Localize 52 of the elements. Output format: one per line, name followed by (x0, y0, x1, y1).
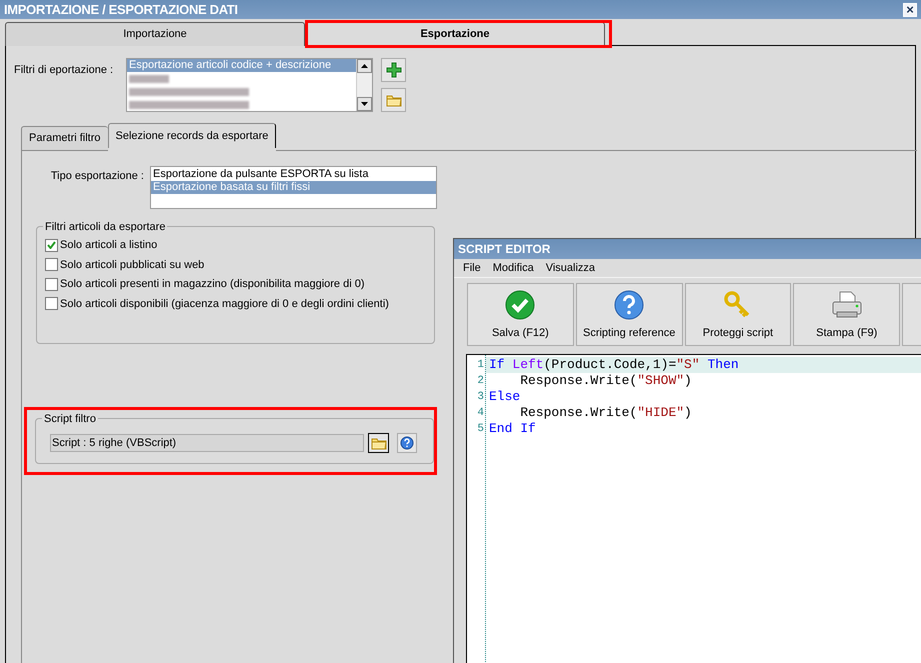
field-label: Tipo esportazione : (50, 169, 144, 184)
checkbox-label: Solo articoli a listino (60, 238, 158, 253)
field-label: Filtri di eportazione : (14, 63, 114, 78)
scrollbar[interactable] (356, 59, 372, 111)
script-summary-field[interactable]: Script : 5 righe (VBScript) (50, 434, 364, 452)
tab[interactable]: Importazione (5, 22, 305, 46)
toolbar-button[interactable]: Stampa (F9) (793, 283, 900, 346)
menu-item[interactable]: Visualizza (546, 260, 596, 276)
window-title: SCRIPT EDITOR (458, 241, 550, 258)
help-button[interactable] (397, 433, 417, 453)
line-number: 3 (476, 390, 485, 405)
open-button[interactable] (368, 433, 389, 453)
export-type-list[interactable]: Esportazione da pulsante ESPORTA su lista Esportazione basata su filtri fissi (150, 166, 437, 209)
line-number: 5 (476, 422, 485, 437)
toolbar-button[interactable]: Salva (F12) (467, 283, 574, 346)
checkbox[interactable] (45, 238, 58, 252)
add-button[interactable] (381, 58, 406, 82)
line-number: 1 (476, 358, 485, 373)
folder-icon (386, 93, 402, 107)
checkmark-icon (505, 290, 536, 320)
line-number: 2 (476, 374, 485, 389)
checkbox[interactable] (45, 297, 58, 310)
check-icon (47, 241, 56, 250)
help-icon (400, 436, 414, 450)
list-item[interactable]: Esportazione da pulsante ESPORTA su lista (151, 168, 436, 181)
checkbox-label: Solo articoli presenti in magazzino (disponibilita maggiore di 0) (60, 277, 364, 292)
toolbar-button[interactable]: Proteggi script (684, 283, 792, 346)
plus-icon (386, 62, 402, 78)
line-number: 4 (476, 406, 485, 421)
menu-item[interactable]: File (463, 260, 481, 276)
group-title: Script filtro (42, 411, 98, 428)
help-icon (614, 290, 644, 320)
code-line: Else (488, 389, 522, 405)
checkbox[interactable] (45, 258, 58, 272)
code-line: Response.Write("SHOW") (519, 373, 693, 389)
up-arrow-icon (361, 64, 368, 68)
toolbar-button[interactable]: Scripting reference (576, 283, 683, 346)
window-title: IMPORTAZIONE / ESPORTAZIONE DATI (4, 0, 238, 19)
code-line: Response.Write("HIDE") (519, 405, 693, 421)
folder-icon (370, 436, 386, 450)
code-line: End If (488, 421, 537, 437)
checkbox-label: Solo articoli pubblicati su web (60, 258, 204, 272)
close-button[interactable]: × (903, 2, 917, 16)
tab[interactable]: Parametri filtro (21, 126, 108, 151)
checkbox-label: Solo articoli disponibili (giacenza maggiore di 0 e degli ordini clienti) (60, 296, 389, 312)
down-arrow-icon (361, 102, 368, 106)
group-title: Filtri articoli da esportare (43, 219, 168, 236)
checkbox[interactable] (45, 278, 58, 291)
menu-item[interactable]: Modifica (492, 260, 534, 276)
code-editor[interactable]: 1 2 3 4 5 If Left(Product.Code,1)="S" Then Response.Write("SHOW") Else Response.Write("HIDE") End If (466, 354, 921, 663)
tab[interactable]: Selezione records da esportare (108, 123, 276, 148)
printer-icon (830, 290, 863, 320)
